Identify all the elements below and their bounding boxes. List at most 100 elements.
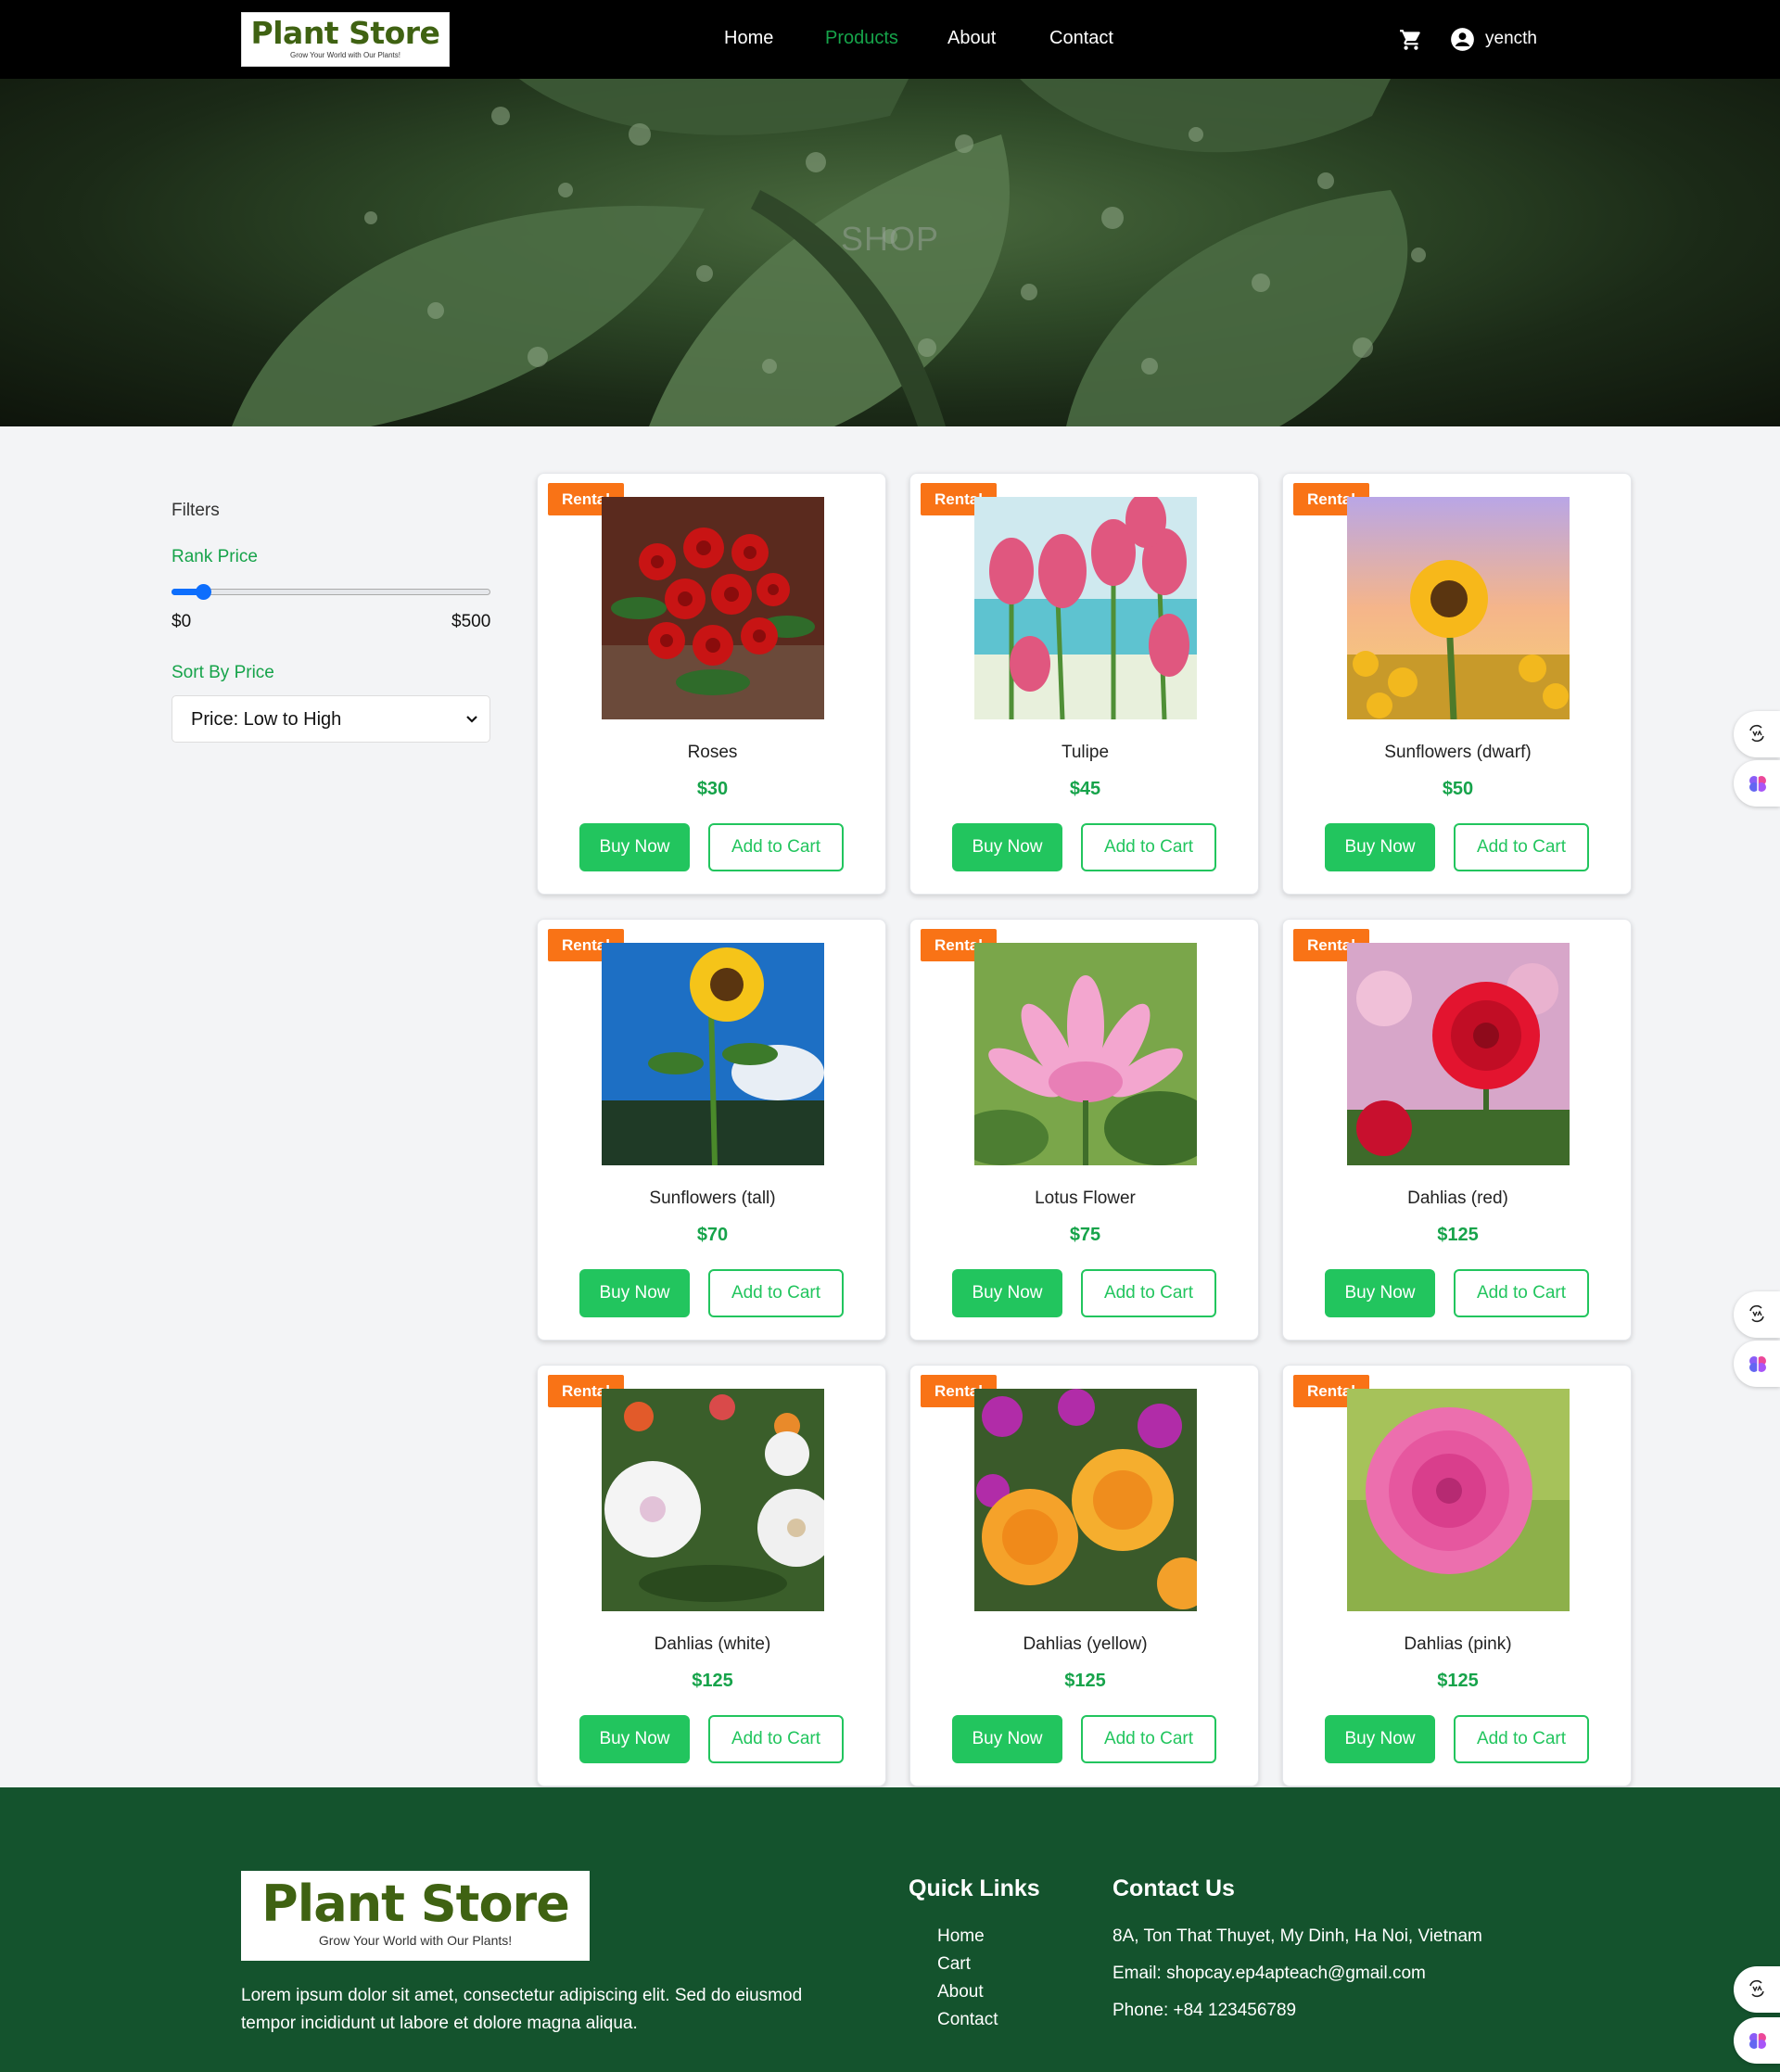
translate-icon xyxy=(1749,1979,1764,1998)
buy-now-button[interactable]: Buy Now xyxy=(1325,823,1435,871)
ai-assistant-widget[interactable] xyxy=(1734,2017,1780,2064)
product-price: $125 xyxy=(1437,1671,1479,1691)
add-to-cart-button[interactable]: Add to Cart xyxy=(1454,1269,1589,1317)
product-image-roses[interactable] xyxy=(602,497,824,719)
product-card[interactable]: Rental Roses $30 Buy Now Add to Cart xyxy=(537,473,886,895)
product-card[interactable]: Rental Sunflowers (dwarf) $50 Buy Now Ad… xyxy=(1282,473,1632,895)
price-max-label: $500 xyxy=(451,612,491,631)
product-card[interactable]: Rental Dahlias (red) $125 Buy Now Add to… xyxy=(1282,919,1632,1341)
sort-select-value: Price: Low to High xyxy=(191,709,342,730)
hero-title: SHOP xyxy=(840,220,940,258)
product-name: Lotus Flower xyxy=(1035,1189,1136,1208)
product-name: Tulipe xyxy=(1061,743,1110,762)
product-image-lotus-flower[interactable] xyxy=(974,943,1197,1165)
slider-track xyxy=(172,589,490,595)
contact-email: Email: shopcay.ep4apteach@gmail.com xyxy=(1112,1964,1426,1983)
sort-select[interactable]: Price: Low to High xyxy=(172,695,490,743)
product-card[interactable]: Rental Tulipe $45 Buy Now Add to Cart xyxy=(909,473,1259,895)
product-name: Dahlias (pink) xyxy=(1404,1634,1512,1654)
brain-icon xyxy=(1749,776,1766,792)
buy-now-button[interactable]: Buy Now xyxy=(952,1715,1062,1763)
translate-widget[interactable] xyxy=(1734,1291,1780,1338)
nav-contact[interactable]: Contact xyxy=(1049,28,1113,49)
footer-brand-tagline: Grow Your World with Our Plants! xyxy=(318,1933,513,1948)
product-card[interactable]: Rental Dahlias (yellow) $125 Buy Now Add… xyxy=(909,1365,1259,1786)
product-name: Roses xyxy=(687,743,738,762)
nav-about[interactable]: About xyxy=(947,28,996,49)
translate-icon xyxy=(1749,724,1764,743)
product-price: $75 xyxy=(1069,1225,1101,1245)
product-price: $70 xyxy=(696,1225,729,1245)
product-image-tulipe[interactable] xyxy=(974,497,1197,719)
user-circle-icon[interactable] xyxy=(1450,27,1475,52)
user-name[interactable]: yencth xyxy=(1485,29,1537,49)
navbar: Plant Store Grow Your World with Our Pla… xyxy=(0,0,1780,79)
add-to-cart-button[interactable]: Add to Cart xyxy=(1454,823,1589,871)
price-range-slider[interactable] xyxy=(172,584,490,600)
footer-description: Lorem ipsum dolor sit amet, consectetur … xyxy=(241,1986,803,2033)
product-image-dahlias-white[interactable] xyxy=(602,1389,824,1611)
add-to-cart-button[interactable]: Add to Cart xyxy=(1454,1715,1589,1763)
add-to-cart-button[interactable]: Add to Cart xyxy=(1081,1269,1216,1317)
sort-by-price-label: Sort By Price xyxy=(172,663,274,682)
add-to-cart-button[interactable]: Add to Cart xyxy=(1081,1715,1216,1763)
product-card[interactable]: Rental Dahlias (pink) $125 Buy Now Add t… xyxy=(1282,1365,1632,1786)
filters-title: Filters xyxy=(172,501,220,520)
product-image-dahlias-red[interactable] xyxy=(1347,943,1570,1165)
product-image-sunflowers-dwarf[interactable] xyxy=(1347,497,1570,719)
product-price: $50 xyxy=(1442,779,1474,799)
buy-now-button[interactable]: Buy Now xyxy=(1325,1715,1435,1763)
translate-widget[interactable] xyxy=(1734,1966,1780,2013)
product-price: $125 xyxy=(692,1671,733,1691)
product-price: $45 xyxy=(1069,779,1101,799)
product-name: Dahlias (red) xyxy=(1407,1189,1508,1208)
buy-now-button[interactable]: Buy Now xyxy=(579,823,690,871)
footer-brand-name: Plant Store xyxy=(261,1875,570,1933)
buy-now-button[interactable]: Buy Now xyxy=(952,823,1062,871)
translate-icon xyxy=(1749,1304,1764,1323)
product-name: Dahlias (white) xyxy=(654,1634,771,1654)
brain-icon xyxy=(1749,1356,1766,1372)
footer-link-cart[interactable]: Cart xyxy=(937,1954,971,1975)
product-image-sunflowers-tall[interactable] xyxy=(602,943,824,1165)
footer: Plant Store Grow Your World with Our Pla… xyxy=(0,1787,1780,2072)
add-to-cart-button[interactable]: Add to Cart xyxy=(708,1715,844,1763)
contact-us-title: Contact Us xyxy=(1112,1875,1235,1901)
buy-now-button[interactable]: Buy Now xyxy=(579,1715,690,1763)
product-card[interactable]: Rental Dahlias (white) $125 Buy Now Add … xyxy=(537,1365,886,1786)
nav-home[interactable]: Home xyxy=(724,28,773,49)
product-name: Dahlias (yellow) xyxy=(1023,1634,1148,1654)
add-to-cart-button[interactable]: Add to Cart xyxy=(708,1269,844,1317)
contact-phone: Phone: +84 123456789 xyxy=(1112,2001,1297,2020)
footer-link-home[interactable]: Home xyxy=(937,1926,985,1947)
buy-now-button[interactable]: Buy Now xyxy=(1325,1269,1435,1317)
rank-price-label: Rank Price xyxy=(172,547,258,566)
brain-icon xyxy=(1749,2033,1766,2049)
slider-thumb[interactable] xyxy=(196,584,211,600)
contact-address: 8A, Ton That Thuyet, My Dinh, Ha Noi, Vi… xyxy=(1112,1926,1482,1946)
footer-link-contact[interactable]: Contact xyxy=(937,2010,998,2030)
translate-widget[interactable] xyxy=(1734,711,1780,757)
footer-logo[interactable]: Plant Store Grow Your World with Our Pla… xyxy=(241,1871,590,1961)
chevron-down-icon xyxy=(466,716,477,723)
add-to-cart-button[interactable]: Add to Cart xyxy=(708,823,844,871)
footer-link-about[interactable]: About xyxy=(937,1982,984,2002)
product-card[interactable]: Rental Sunflowers (tall) $70 Buy Now Add… xyxy=(537,919,886,1341)
cart-icon[interactable] xyxy=(1398,28,1424,52)
add-to-cart-button[interactable]: Add to Cart xyxy=(1081,823,1216,871)
product-image-dahlias-yellow[interactable] xyxy=(974,1389,1197,1611)
ai-assistant-widget[interactable] xyxy=(1734,760,1780,807)
product-name: Sunflowers (tall) xyxy=(649,1189,776,1208)
product-price: $30 xyxy=(696,779,729,799)
product-price: $125 xyxy=(1437,1225,1479,1245)
product-image-dahlias-pink[interactable] xyxy=(1347,1389,1570,1611)
buy-now-button[interactable]: Buy Now xyxy=(952,1269,1062,1317)
buy-now-button[interactable]: Buy Now xyxy=(579,1269,690,1317)
quick-links-title: Quick Links xyxy=(909,1875,1040,1901)
product-name: Sunflowers (dwarf) xyxy=(1384,743,1532,762)
hero-banner: SHOP xyxy=(0,79,1780,426)
ai-assistant-widget[interactable] xyxy=(1734,1341,1780,1387)
nav-products[interactable]: Products xyxy=(825,28,898,49)
product-price: $125 xyxy=(1064,1671,1106,1691)
product-card[interactable]: Rental Lotus Flower $75 Buy Now Add to C… xyxy=(909,919,1259,1341)
